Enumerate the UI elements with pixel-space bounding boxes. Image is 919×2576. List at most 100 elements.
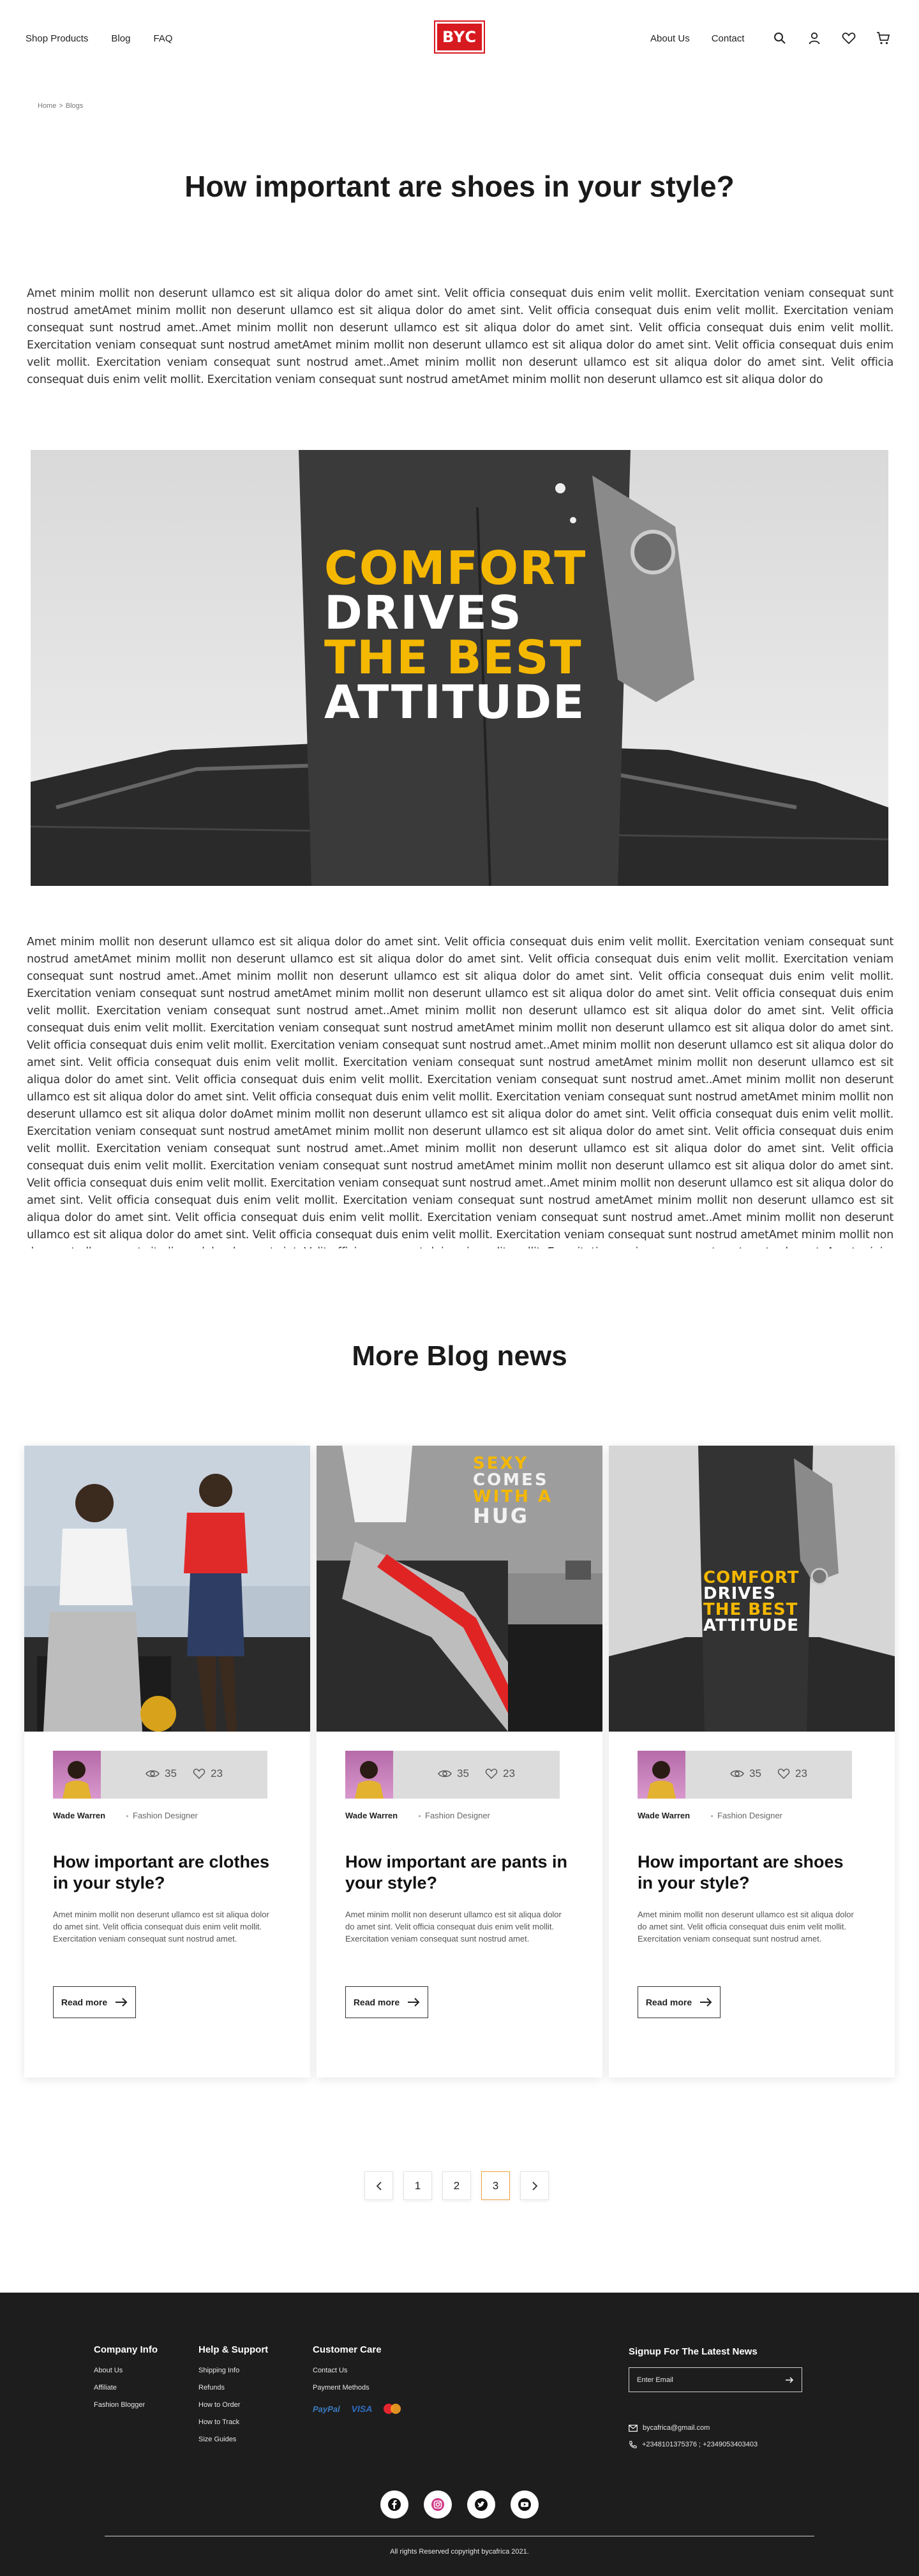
footer-link-refunds[interactable]: Refunds xyxy=(198,2384,268,2401)
nav-blog[interactable]: Blog xyxy=(111,33,130,44)
footer-link-fashion-blogger[interactable]: Fashion Blogger xyxy=(94,2401,158,2418)
likes-count[interactable]: 23 xyxy=(777,1767,807,1780)
footer-email-row: bycafrica@gmail.com xyxy=(629,2420,758,2436)
read-more-button[interactable]: Read more xyxy=(53,1986,136,2018)
arrow-right-icon[interactable] xyxy=(785,2376,794,2384)
read-more-button[interactable]: Read more xyxy=(345,1986,428,2018)
likes-count[interactable]: 23 xyxy=(485,1767,515,1780)
pagination: 1 2 3 xyxy=(364,2171,549,2200)
views-value: 35 xyxy=(749,1767,761,1779)
footer-link-affiliate[interactable]: Affiliate xyxy=(94,2384,158,2401)
twitter-icon[interactable] xyxy=(467,2490,495,2519)
pagination-page-2[interactable]: 2 xyxy=(442,2171,471,2200)
visa-icon: VISA xyxy=(351,2404,373,2414)
footer-link-about-us[interactable]: About Us xyxy=(94,2367,158,2384)
blog-card-title[interactable]: How important are shoes in your style? xyxy=(638,1852,861,1894)
eye-icon xyxy=(146,1770,160,1778)
breadcrumb: Home > Blogs xyxy=(38,102,83,110)
author-role: Fashion Designer xyxy=(126,1811,198,1820)
views-count: 35 xyxy=(146,1767,177,1780)
avatar xyxy=(53,1751,101,1799)
nav-left: Shop Products Blog FAQ xyxy=(26,33,172,44)
breadcrumb-home[interactable]: Home xyxy=(38,102,56,110)
blog-card-title[interactable]: How important are pants in your style? xyxy=(345,1852,569,1894)
payment-icons: PayPal VISA xyxy=(313,2404,401,2414)
footer-link-payment-methods[interactable]: Payment Methods xyxy=(313,2384,401,2401)
signup-heading: Signup For The Latest News xyxy=(629,2346,758,2357)
footer-email[interactable]: bycafrica@gmail.com xyxy=(643,2424,710,2432)
hero-slogan-line-3: THE BEST xyxy=(324,631,583,684)
views-value: 35 xyxy=(457,1767,469,1779)
nav-faq[interactable]: FAQ xyxy=(153,33,172,44)
blog-card-meta: 35 23 xyxy=(53,1751,267,1799)
nav-shop-products[interactable]: Shop Products xyxy=(26,33,88,44)
pagination-prev-button[interactable] xyxy=(364,2171,393,2200)
image-slogan: COMFORT DRIVES THE BEST ATTITUDE xyxy=(703,1569,800,1634)
avatar xyxy=(345,1751,393,1799)
likes-count[interactable]: 23 xyxy=(193,1767,223,1780)
views-value: 35 xyxy=(165,1767,177,1779)
likes-value: 23 xyxy=(795,1767,807,1779)
heart-icon xyxy=(193,1769,205,1779)
chevron-right-icon xyxy=(532,2181,537,2190)
user-icon[interactable] xyxy=(807,31,822,46)
footer-link-size-guides[interactable]: Size Guides xyxy=(198,2436,268,2453)
phone-icon xyxy=(629,2440,637,2448)
arrow-right-icon xyxy=(116,1998,128,2007)
blog-cards: 35 23 Wade Warren Fashion Designer How i… xyxy=(24,1446,895,2078)
copyright: All rights Reserved copyright bycafrica … xyxy=(390,2548,529,2556)
read-more-button[interactable]: Read more xyxy=(638,1986,721,2018)
hero-image: COMFORT DRIVES THE BEST ATTITUDE xyxy=(31,450,888,886)
breadcrumb-current: Blogs xyxy=(65,102,84,110)
heart-icon[interactable] xyxy=(841,31,856,46)
likes-value: 23 xyxy=(211,1767,223,1779)
eye-icon xyxy=(730,1770,744,1778)
hero-slogan-line-4: ATTITUDE xyxy=(324,675,586,729)
blog-card[interactable]: COMFORT DRIVES THE BEST ATTITUDE 35 23 W… xyxy=(609,1446,895,2078)
pagination-page-3[interactable]: 3 xyxy=(481,2171,510,2200)
heart-icon xyxy=(485,1769,498,1779)
blog-card-description: Amet minim mollit non deserunt ullamco e… xyxy=(53,1910,269,1943)
blog-card-image: SEXY COMES WITH A HUG xyxy=(317,1446,602,1732)
instagram-icon[interactable] xyxy=(424,2490,452,2519)
image-slogan-line-1: SEXY xyxy=(473,1454,529,1473)
nav-contact[interactable]: Contact xyxy=(712,33,745,44)
footer-link-shipping-info[interactable]: Shipping Info xyxy=(198,2367,268,2384)
read-more-label: Read more xyxy=(353,1997,400,2007)
read-more-label: Read more xyxy=(61,1997,108,2007)
views-count: 35 xyxy=(438,1767,469,1780)
chevron-left-icon xyxy=(376,2181,382,2190)
nav-right: About Us Contact xyxy=(650,33,744,44)
arrow-right-icon xyxy=(700,1998,712,2007)
image-slogan: SEXY COMES WITH A HUG xyxy=(473,1455,553,1527)
search-icon[interactable] xyxy=(772,31,788,46)
blog-card-title[interactable]: How important are clothes in your style? xyxy=(53,1852,276,1894)
hero-slogan-line-2: DRIVES xyxy=(324,586,523,640)
footer-link-how-to-track[interactable]: How to Track xyxy=(198,2418,268,2436)
youtube-icon[interactable] xyxy=(511,2490,539,2519)
footer-heading: Help & Support xyxy=(198,2344,269,2355)
author-name: Wade Warren xyxy=(638,1811,691,1820)
footer-link-how-to-order[interactable]: How to Order xyxy=(198,2401,268,2418)
eye-icon xyxy=(438,1770,452,1778)
pagination-page-1[interactable]: 1 xyxy=(403,2171,432,2200)
footer-phone[interactable]: +2348101375376 ; +2349053403403 xyxy=(642,2441,758,2448)
footer-link-contact-us[interactable]: Contact Us xyxy=(313,2367,401,2384)
mastercard-icon xyxy=(384,2404,401,2414)
footer-customer-care: Customer Care Contact Us Payment Methods… xyxy=(313,2344,401,2414)
read-more-label: Read more xyxy=(645,1997,692,2007)
mail-icon xyxy=(629,2424,638,2432)
nav-about-us[interactable]: About Us xyxy=(650,33,690,44)
email-field[interactable] xyxy=(637,2376,765,2384)
pagination-next-button[interactable] xyxy=(520,2171,549,2200)
byc-logo[interactable]: BYC xyxy=(434,20,485,54)
blog-card-meta: 35 23 xyxy=(345,1751,560,1799)
cart-icon[interactable] xyxy=(876,31,891,46)
article-paragraph-1: Amet minim mollit non deserunt ullamco e… xyxy=(27,287,893,386)
blog-card[interactable]: SEXY COMES WITH A HUG 35 23 Wade Warren … xyxy=(317,1446,602,2078)
facebook-icon[interactable] xyxy=(380,2490,408,2519)
blog-card[interactable]: 35 23 Wade Warren Fashion Designer How i… xyxy=(24,1446,310,2078)
paypal-icon: PayPal xyxy=(313,2404,340,2414)
author-name: Wade Warren xyxy=(345,1811,398,1820)
more-blog-title: More Blog news xyxy=(352,1340,567,1372)
